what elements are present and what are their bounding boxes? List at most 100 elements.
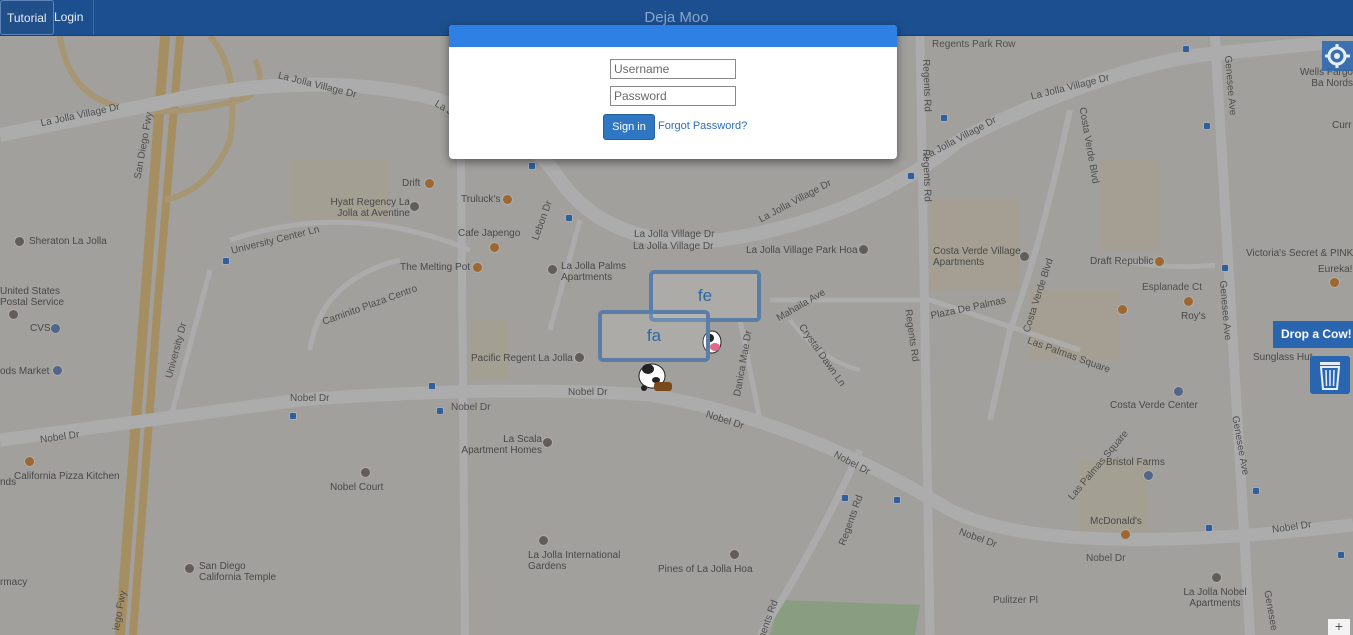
place-label: Drift xyxy=(402,178,421,189)
road-label: Regents Rd xyxy=(919,148,933,203)
place-label: La Jolla International Gardens xyxy=(528,550,621,572)
shopping-icon xyxy=(50,323,61,334)
grocery-icon xyxy=(1143,470,1154,481)
place-label: Costa Verde Village Apartments xyxy=(933,246,1021,268)
place-label: Pacific Regent La Jolla xyxy=(471,353,573,364)
drop-cow-button[interactable]: Drop a Cow! xyxy=(1273,321,1353,348)
bus-stop-icon xyxy=(1337,551,1345,559)
road-label: Nobel Dr xyxy=(568,387,608,398)
zoom-in-button[interactable]: + xyxy=(1328,619,1350,635)
place-label: Cafe Japengo xyxy=(458,228,521,239)
place-label: Draft Republic xyxy=(1090,256,1154,267)
place-label: Roy's xyxy=(1181,311,1206,322)
place-label: Victoria's Secret & PINK xyxy=(1246,248,1353,259)
place-label: San Diego California Temple xyxy=(199,561,277,583)
building-icon xyxy=(858,244,869,255)
road-label: Nobel Dr xyxy=(290,393,330,404)
dialog-header xyxy=(449,25,897,47)
restaurant-icon xyxy=(1117,304,1128,315)
place-label: The Melting Pot xyxy=(400,262,471,273)
trash-icon[interactable] xyxy=(1310,356,1350,394)
bus-stop-icon xyxy=(222,257,230,265)
restaurant-icon xyxy=(424,178,435,189)
gear-icon[interactable] xyxy=(1322,41,1353,71)
road-label: Esplanade Ct xyxy=(1142,282,1203,293)
road-label: Pulitzer Pl xyxy=(993,595,1039,606)
place-label: rmacy xyxy=(0,577,28,588)
password-input[interactable] xyxy=(610,86,736,106)
place-label: Pines of La Jolla Hoa xyxy=(658,564,753,575)
road-label: Nobel Dr xyxy=(1086,553,1126,564)
bus-stop-icon xyxy=(436,407,444,415)
cow-icon[interactable] xyxy=(634,360,676,398)
bus-stop-icon xyxy=(289,412,297,420)
building-icon xyxy=(729,549,740,560)
restaurant-icon xyxy=(472,262,483,273)
restaurant-icon xyxy=(24,456,35,467)
app-title: Deja Moo xyxy=(644,9,709,26)
bus-stop-icon xyxy=(1252,487,1260,495)
restaurant-icon xyxy=(1329,277,1340,288)
place-label: La Jolla Nobel Apartments xyxy=(1183,587,1247,609)
place-label: Sheraton La Jolla xyxy=(29,236,107,247)
place-label: CVS xyxy=(30,323,51,334)
bus-stop-icon xyxy=(841,494,849,502)
place-label: Truluck's xyxy=(461,194,501,205)
place-of-worship-icon xyxy=(184,563,195,574)
place-label: Sunglass Hut xyxy=(1253,352,1313,363)
place-label: California Pizza Kitchen xyxy=(14,471,120,482)
bus-stop-icon xyxy=(528,162,536,170)
place-label: Eureka! xyxy=(1318,264,1353,275)
place-label: Costa Verde Center xyxy=(1110,400,1198,411)
road-label: La Jolla Village Dr xyxy=(633,241,714,252)
building-icon xyxy=(1019,251,1030,262)
hotel-icon xyxy=(409,201,420,212)
restaurant-icon xyxy=(489,242,500,253)
road-label: La Jolla Village Dr xyxy=(634,229,715,240)
bus-stop-icon xyxy=(565,214,573,222)
hotel-icon xyxy=(14,236,25,247)
forgot-password-link[interactable]: Forgot Password? xyxy=(658,120,747,132)
place-label: Bristol Farms xyxy=(1106,457,1165,468)
bus-stop-icon xyxy=(893,496,901,504)
cow-name: fa xyxy=(646,326,662,345)
username-input[interactable] xyxy=(610,59,736,79)
bus-stop-icon xyxy=(1221,264,1229,272)
login-dialog: Sign in Forgot Password? xyxy=(449,25,897,159)
login-button[interactable]: Login xyxy=(44,0,95,35)
road-label: Regents Rd xyxy=(919,58,933,113)
restaurant-icon xyxy=(1120,529,1131,540)
road-label: Nobel Dr xyxy=(451,402,491,413)
bus-stop-icon xyxy=(1203,122,1211,130)
place-label: Nobel Court xyxy=(330,482,384,493)
building-icon xyxy=(574,352,585,363)
cow-name: fe xyxy=(697,286,713,305)
place-label: La Jolla Palms Apartments xyxy=(561,261,627,283)
bus-stop-icon xyxy=(940,114,948,122)
place-label: Curr xyxy=(1332,120,1352,131)
bus-stop-icon xyxy=(907,172,915,180)
place-label: United States Postal Service xyxy=(0,286,64,308)
shopping-icon xyxy=(1173,386,1184,397)
place-label: La Jolla Village Park Hoa xyxy=(746,245,858,256)
restaurant-icon xyxy=(1154,256,1165,267)
bus-stop-icon xyxy=(1205,524,1213,532)
grocery-icon xyxy=(52,365,63,376)
place-label: La Scala Apartment Homes xyxy=(461,434,542,456)
building-icon xyxy=(547,264,558,275)
sign-in-button[interactable]: Sign in xyxy=(603,114,655,140)
building-icon xyxy=(538,535,549,546)
place-label: Hyatt Regency La Jolla at Aventine xyxy=(330,197,411,219)
road-label: Regents Park Row xyxy=(932,39,1016,50)
cow-label-bubble[interactable]: fa xyxy=(598,310,710,362)
post-office-icon xyxy=(8,309,19,320)
building-icon xyxy=(1211,572,1222,583)
place-label: McDonald's xyxy=(1090,516,1142,527)
place-label: ods Market xyxy=(0,366,50,377)
restaurant-icon xyxy=(1183,296,1194,307)
bus-stop-icon xyxy=(1182,45,1190,53)
building-icon xyxy=(360,467,371,478)
place-label: nds xyxy=(0,477,17,488)
restaurant-icon xyxy=(502,194,513,205)
building-icon xyxy=(542,437,553,448)
